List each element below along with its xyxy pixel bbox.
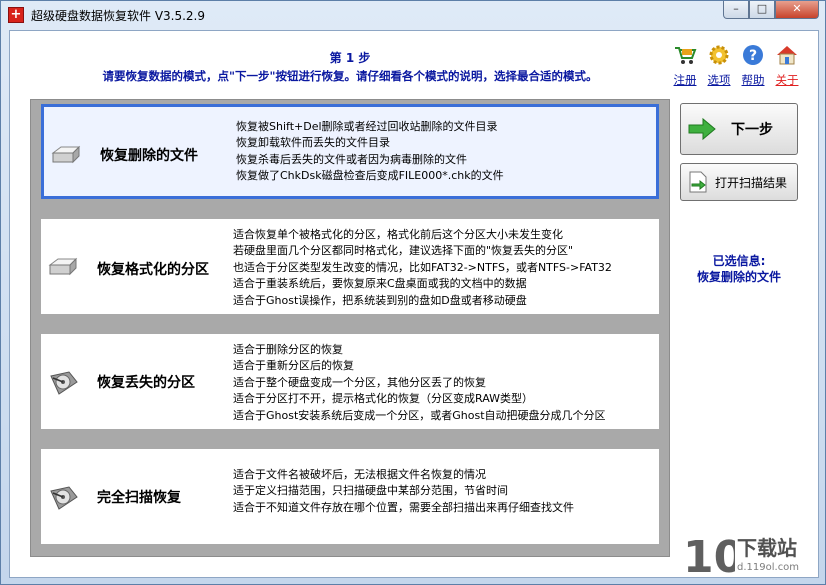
svg-text:?: ? xyxy=(749,48,757,64)
desc-line: 适合于重新分区后的恢复 xyxy=(233,359,354,373)
options-link[interactable]: 选项 xyxy=(706,43,732,88)
desc-line: 适合恢复单个被格式化的分区，格式化前后这个分区大小未发生变化 xyxy=(233,228,563,241)
maximize-button[interactable]: □ xyxy=(749,1,775,19)
desc-line: 适合于分区打不开，提示格式化的恢复（分区变成RAW类型） xyxy=(233,392,533,406)
open-scan-results-button[interactable]: 打开扫描结果 xyxy=(680,163,798,201)
desc-line: 适合于不知道文件存放在哪个位置，需要全部扫描出来再仔细查找文件 xyxy=(233,500,574,514)
mode-recover-deleted[interactable]: 恢复删除的文件 恢复被Shift+Del删除或者经过回收站删除的文件目录 恢复卸… xyxy=(41,104,659,199)
svg-text:10: 10 xyxy=(683,532,735,582)
top-links: 注册 选项 ? 帮助 关于 xyxy=(672,43,800,88)
selection-heading: 已选信息: xyxy=(712,254,766,268)
hard-disk-icon xyxy=(48,257,78,276)
desc-line: 若硬盘里面几个分区都同时格式化，建议选择下面的"恢复丢失的分区" xyxy=(233,244,574,258)
mode-name: 恢复格式化的分区 xyxy=(97,262,209,278)
desc-line: 适于定义扫描范围，只扫描硬盘中某部分范围，节省时间 xyxy=(233,484,508,498)
mode-description: 适合于文件名被破坏后，无法根据文件名恢复的情况 适于定义扫描范围，只扫描硬盘中某… xyxy=(233,467,574,516)
help-icon: ? xyxy=(743,45,763,65)
desc-line: 适合于Ghost误操作，把系统装到别的盘如D盘或者移动硬盘 xyxy=(233,293,527,307)
mode-description: 适合于删除分区的恢复 适合于重新分区后的恢复 适合于整个硬盘变成一个分区，其他分… xyxy=(233,342,606,424)
desc-line: 恢复被Shift+Del删除或者经过回收站删除的文件目录 xyxy=(236,120,498,133)
title-bar[interactable]: + 超级硬盘数据恢复软件 V3.5.2.9 – □ ✕ xyxy=(1,1,825,29)
watermark-icon: 10 xyxy=(683,532,735,582)
open-file-icon xyxy=(689,171,707,193)
selection-value: 恢复删除的文件 xyxy=(696,270,781,284)
about-link[interactable]: 关于 xyxy=(774,43,800,88)
register-link[interactable]: 注册 xyxy=(672,43,698,88)
mode-description: 适合恢复单个被格式化的分区，格式化前后这个分区大小未发生变化 若硬盘里面几个分区… xyxy=(233,227,612,309)
app-window: + 超级硬盘数据恢复软件 V3.5.2.9 – □ ✕ 第 1 步 请要恢复数据… xyxy=(0,0,826,585)
mode-recover-lost-partition[interactable]: 恢复丢失的分区 适合于删除分区的恢复 适合于重新分区后的恢复 适合于整个硬盘变成… xyxy=(41,334,659,429)
mode-name: 完全扫描恢复 xyxy=(97,490,181,506)
about-label: 关于 xyxy=(775,73,799,87)
watermark-text: 下载站 xyxy=(737,536,797,560)
minimize-button[interactable]: – xyxy=(723,1,749,19)
close-button[interactable]: ✕ xyxy=(775,1,819,19)
desc-line: 恢复杀毒后丢失的文件或者因为病毒删除的文件 xyxy=(236,152,467,166)
mode-list: 恢复删除的文件 恢复被Shift+Del删除或者经过回收站删除的文件目录 恢复卸… xyxy=(30,99,670,557)
home-icon xyxy=(777,46,797,65)
instruction-text: 请要恢复数据的模式，点"下一步"按钮进行恢复。请仔细看各个模式的说明，选择最合适… xyxy=(102,69,598,83)
main-content: 第 1 步 请要恢复数据的模式，点"下一步"按钮进行恢复。请仔细看各个模式的说明… xyxy=(9,30,819,578)
app-logo-icon: + xyxy=(8,7,24,23)
desc-line: 适合于重装系统后，要恢复原来C盘桌面或我的文档中的数据 xyxy=(233,277,527,291)
mode-recover-formatted[interactable]: 恢复格式化的分区 适合恢复单个被格式化的分区，格式化前后这个分区大小未发生变化 … xyxy=(41,219,659,314)
disk-platter-icon xyxy=(50,371,78,395)
desc-line: 恢复做了ChkDsk磁盘检查后变成FILE000*.chk的文件 xyxy=(236,169,504,183)
help-link[interactable]: ? 帮助 xyxy=(740,43,766,88)
next-button[interactable]: 下一步 xyxy=(680,103,798,155)
cart-icon xyxy=(675,47,697,64)
selection-info: 已选信息: 恢复删除的文件 xyxy=(680,253,798,285)
watermark-logo: 10 下载站 d.119ol.com xyxy=(675,524,825,584)
register-label: 注册 xyxy=(673,73,697,87)
mode-description: 恢复被Shift+Del删除或者经过回收站删除的文件目录 恢复卸载软件而丢失的文… xyxy=(236,119,504,185)
disk-platter-icon xyxy=(50,486,78,510)
mode-name: 恢复删除的文件 xyxy=(100,148,198,164)
arrow-right-icon xyxy=(688,117,716,141)
mode-full-scan[interactable]: 完全扫描恢复 适合于文件名被破坏后，无法根据文件名恢复的情况 适于定义扫描范围，… xyxy=(41,449,659,544)
watermark-url: d.119ol.com xyxy=(737,562,800,573)
hard-disk-icon xyxy=(51,145,81,164)
window-controls: – □ ✕ xyxy=(723,1,819,21)
desc-line: 恢复卸载软件而丢失的文件目录 xyxy=(236,136,390,150)
desc-line: 适合于Ghost安装系统后变成一个分区，或者Ghost自动把硬盘分成几个分区 xyxy=(233,408,606,422)
next-label: 下一步 xyxy=(731,122,773,138)
open-scan-label: 打开扫描结果 xyxy=(715,175,788,190)
desc-line: 适合于删除分区的恢复 xyxy=(233,343,343,356)
help-label: 帮助 xyxy=(741,73,765,87)
gear-icon xyxy=(709,45,729,65)
step-title: 第 1 步 xyxy=(329,51,371,65)
desc-line: 适合于整个硬盘变成一个分区，其他分区丢了的恢复 xyxy=(233,375,486,389)
mode-name: 恢复丢失的分区 xyxy=(97,375,195,391)
options-label: 选项 xyxy=(707,73,731,87)
desc-line: 适合于文件名被破坏后，无法根据文件名恢复的情况 xyxy=(233,468,486,481)
window-title: 超级硬盘数据恢复软件 V3.5.2.9 xyxy=(31,9,206,23)
desc-line: 也适合于分区类型发生改变的情况，比如FAT32->NTFS，或者NTFS->FA… xyxy=(233,260,612,274)
